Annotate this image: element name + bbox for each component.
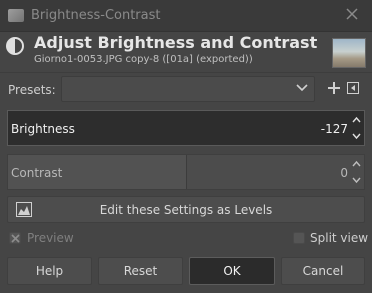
brightness-value[interactable]: -127 — [321, 122, 348, 136]
title-bar: Brightness-Contrast — [0, 0, 372, 32]
checkmark-icon — [11, 234, 20, 243]
chevron-down-icon[interactable] — [352, 131, 361, 140]
add-preset-icon[interactable] — [327, 81, 341, 95]
chevron-down-icon[interactable] — [352, 175, 361, 184]
brightness-label: Brightness — [11, 122, 75, 136]
chevron-up-icon[interactable] — [352, 116, 361, 125]
dialog-heading: Adjust Brightness and Contrast — [34, 33, 318, 52]
image-name-subtitle: Giorno1-0053.JPG copy-8 ([01a] (exported… — [34, 54, 253, 65]
presets-label: Presets: — [8, 83, 56, 97]
preview-checkbox[interactable] — [9, 232, 21, 244]
contrast-label: Contrast — [11, 166, 63, 180]
ok-button[interactable]: OK — [189, 257, 275, 285]
preset-menu-icon[interactable] — [347, 82, 359, 94]
split-view-label[interactable]: Split view — [310, 231, 368, 245]
divider — [0, 72, 372, 73]
edit-as-levels-button[interactable]: Edit these Settings as Levels — [7, 196, 365, 223]
reset-button[interactable]: Reset — [98, 257, 183, 285]
contrast-spinscale[interactable]: Contrast 0 — [7, 154, 365, 190]
split-view-checkbox[interactable] — [293, 232, 305, 244]
help-button[interactable]: Help — [7, 257, 92, 285]
cancel-button[interactable]: Cancel — [281, 257, 365, 285]
preview-label[interactable]: Preview — [27, 231, 74, 245]
image-icon — [8, 9, 24, 22]
contrast-value[interactable]: 0 — [340, 166, 348, 180]
presets-combo[interactable] — [61, 76, 315, 102]
edit-as-levels-label: Edit these Settings as Levels — [99, 203, 273, 217]
image-thumbnail — [332, 38, 366, 68]
close-icon[interactable] — [342, 5, 362, 25]
window-title: Brightness-Contrast — [31, 8, 161, 23]
brightness-contrast-icon — [5, 36, 25, 56]
brightness-spinscale[interactable]: Brightness -127 — [7, 110, 365, 146]
chevron-up-icon[interactable] — [352, 160, 361, 169]
chevron-down-icon — [296, 84, 308, 92]
